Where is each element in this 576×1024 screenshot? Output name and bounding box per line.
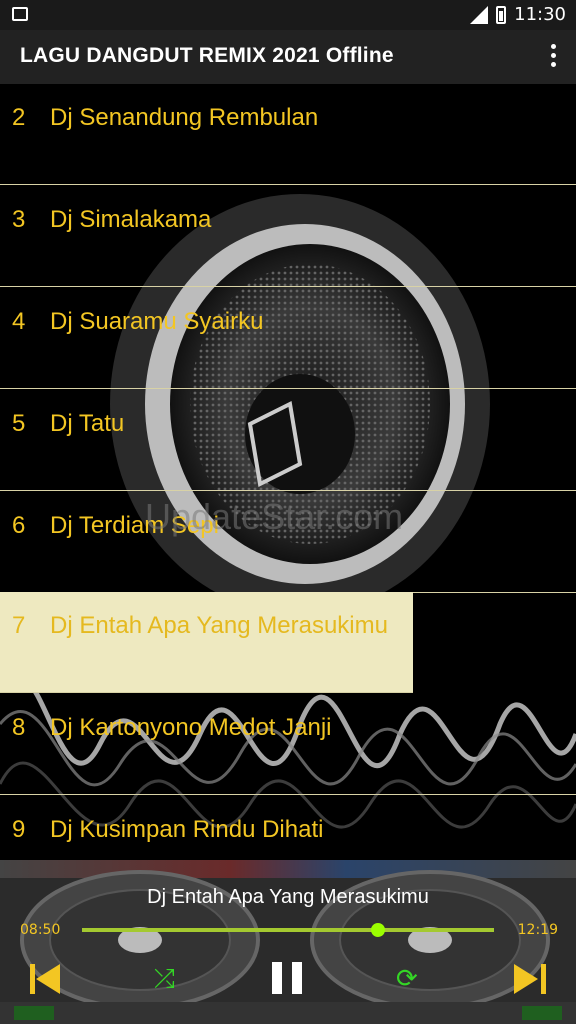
skip-previous-icon[interactable] xyxy=(30,964,62,994)
repeat-icon[interactable]: ⟳ xyxy=(396,966,424,992)
song-title: Dj Tatu xyxy=(50,410,125,437)
song-number: 2 xyxy=(12,104,26,131)
image-icon xyxy=(12,7,28,21)
song-number: 3 xyxy=(12,206,26,233)
song-item[interactable]: 5 Dj Tatu xyxy=(0,390,576,491)
song-list: 2 Dj Senandung Rembulan 3 Dj Simalakama … xyxy=(0,84,576,860)
song-item[interactable]: 4 Dj Suaramu Syairku xyxy=(0,288,576,389)
song-title: Dj Suaramu Syairku xyxy=(50,308,264,335)
player-panel: Dj Entah Apa Yang Merasukimu 08:50 12:19… xyxy=(0,860,576,1024)
status-right: 11:30 xyxy=(470,4,566,25)
shuffle-icon[interactable]: ⤮ xyxy=(154,966,182,992)
status-time: 11:30 xyxy=(514,4,566,25)
song-item-selected[interactable]: 7 Dj Entah Apa Yang Merasukimu xyxy=(0,592,413,693)
song-number: 5 xyxy=(12,410,26,437)
song-number: 6 xyxy=(12,512,26,539)
song-number: 9 xyxy=(12,816,26,843)
song-number: 7 xyxy=(12,612,26,639)
seek-bar[interactable] xyxy=(82,923,494,937)
song-item[interactable]: 9 Dj Kusimpan Rindu Dihati xyxy=(0,796,576,860)
status-bar: 11:30 xyxy=(0,0,576,30)
song-number: 8 xyxy=(12,714,26,741)
song-title: Dj Kartonyono Medot Janji xyxy=(50,714,332,741)
watermark: UpdateStar.com xyxy=(145,496,404,537)
song-title: Dj Entah Apa Yang Merasukimu xyxy=(50,612,388,639)
turntable-artwork xyxy=(0,870,576,1024)
elapsed-time: 08:50 xyxy=(20,922,61,938)
pause-icon[interactable] xyxy=(272,962,302,994)
signal-icon xyxy=(470,5,489,24)
skip-next-icon[interactable] xyxy=(514,964,546,994)
app-title: LAGU DANGDUT REMIX 2021 Offline xyxy=(20,44,394,67)
song-title: Dj Senandung Rembulan xyxy=(50,104,319,131)
song-item[interactable]: 3 Dj Simalakama xyxy=(0,186,576,287)
song-item[interactable]: 8 Dj Kartonyono Medot Janji xyxy=(0,694,576,795)
battery-icon xyxy=(496,5,507,24)
now-playing-title: Dj Entah Apa Yang Merasukimu xyxy=(147,886,429,908)
song-title: Dj Kusimpan Rindu Dihati xyxy=(50,816,324,843)
seek-thumb[interactable] xyxy=(370,923,385,937)
overflow-menu-icon[interactable] xyxy=(550,44,558,70)
duration-time: 12:19 xyxy=(517,922,558,938)
song-number: 4 xyxy=(12,308,26,335)
song-item[interactable]: 2 Dj Senandung Rembulan xyxy=(0,84,576,185)
app-bar: LAGU DANGDUT REMIX 2021 Offline xyxy=(0,30,576,84)
song-title: Dj Simalakama xyxy=(50,206,212,233)
